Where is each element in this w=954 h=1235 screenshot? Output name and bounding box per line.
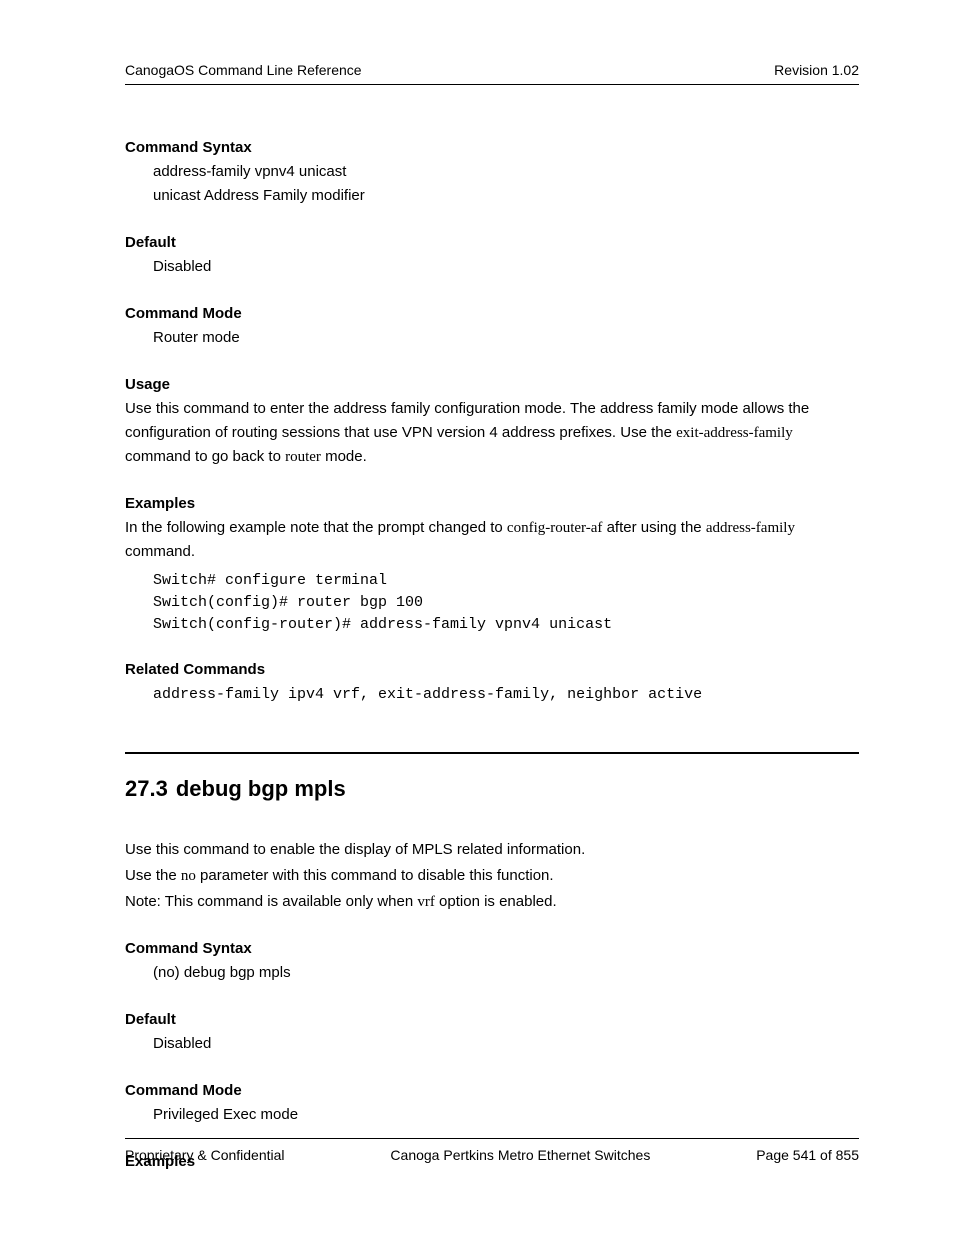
intro-token-no: no xyxy=(181,868,196,884)
chapter-number: 27.3 xyxy=(125,776,168,801)
examples-text-2: after using the xyxy=(602,519,705,536)
usage-token-router: router xyxy=(285,449,321,465)
examples-paragraph: In the following example note that the p… xyxy=(125,516,859,564)
heading-usage: Usage xyxy=(125,376,859,393)
command-syntax-value-2: (no) debug bgp mpls xyxy=(153,961,859,985)
section-divider xyxy=(125,752,859,754)
page-footer: Proprietary & Confidential Canoga Pertki… xyxy=(125,1138,859,1163)
intro-line3: Note: This command is available only whe… xyxy=(125,890,859,914)
intro-line3-a: Note: This command is available only whe… xyxy=(125,893,417,910)
command-mode-value-2: Privileged Exec mode xyxy=(153,1103,859,1127)
examples-text-3: command. xyxy=(125,543,195,560)
chapter-name: debug bgp mpls xyxy=(176,776,346,801)
intro-line2: Use the no parameter with this command t… xyxy=(125,864,859,888)
intro-line3-b: option is enabled. xyxy=(435,893,557,910)
related-commands-code: address-family ipv4 vrf, exit-address-fa… xyxy=(153,684,859,706)
footer-right: Page 541 of 855 xyxy=(756,1147,859,1163)
heading-default-2: Default xyxy=(125,1011,859,1028)
intro-line1: Use this command to enable the display o… xyxy=(125,838,859,862)
command-syntax-line1: address-family vpnv4 unicast xyxy=(153,160,859,184)
page-header: CanogaOS Command Line Reference Revision… xyxy=(125,62,859,85)
examples-code-block: Switch# configure terminal Switch(config… xyxy=(153,570,859,635)
usage-text-2: command to go back to xyxy=(125,448,285,465)
intro-line2-a: Use the xyxy=(125,867,181,884)
heading-command-syntax: Command Syntax xyxy=(125,139,859,156)
command-mode-value: Router mode xyxy=(153,326,859,350)
chapter-title: 27.3 debug bgp mpls xyxy=(125,776,859,802)
intro-token-vrf: vrf xyxy=(417,894,435,910)
heading-command-mode: Command Mode xyxy=(125,305,859,322)
usage-token-exit-address-family: exit-address-family xyxy=(676,425,793,441)
heading-examples: Examples xyxy=(125,495,859,512)
usage-paragraph: Use this command to enter the address fa… xyxy=(125,397,859,469)
footer-center: Canoga Pertkins Metro Ethernet Switches xyxy=(390,1147,650,1163)
examples-token-config-router-af: config-router-af xyxy=(507,520,602,536)
default-value-2: Disabled xyxy=(153,1032,859,1056)
document-page: CanogaOS Command Line Reference Revision… xyxy=(0,0,954,1235)
header-right: Revision 1.02 xyxy=(774,62,859,78)
heading-command-mode-2: Command Mode xyxy=(125,1082,859,1099)
intro-line2-b: parameter with this command to disable t… xyxy=(196,867,554,884)
section-address-family: Command Syntax address-family vpnv4 unic… xyxy=(125,139,859,706)
examples-token-address-family: address-family xyxy=(706,520,795,536)
header-left: CanogaOS Command Line Reference xyxy=(125,62,362,78)
examples-text-1: In the following example note that the p… xyxy=(125,519,507,536)
heading-default: Default xyxy=(125,234,859,251)
command-syntax-line2: unicast Address Family modifier xyxy=(153,184,859,208)
footer-left: Proprietary & Confidential xyxy=(125,1147,285,1163)
usage-text-3: mode. xyxy=(321,448,367,465)
heading-related-commands: Related Commands xyxy=(125,661,859,678)
heading-command-syntax-2: Command Syntax xyxy=(125,940,859,957)
default-value: Disabled xyxy=(153,255,859,279)
